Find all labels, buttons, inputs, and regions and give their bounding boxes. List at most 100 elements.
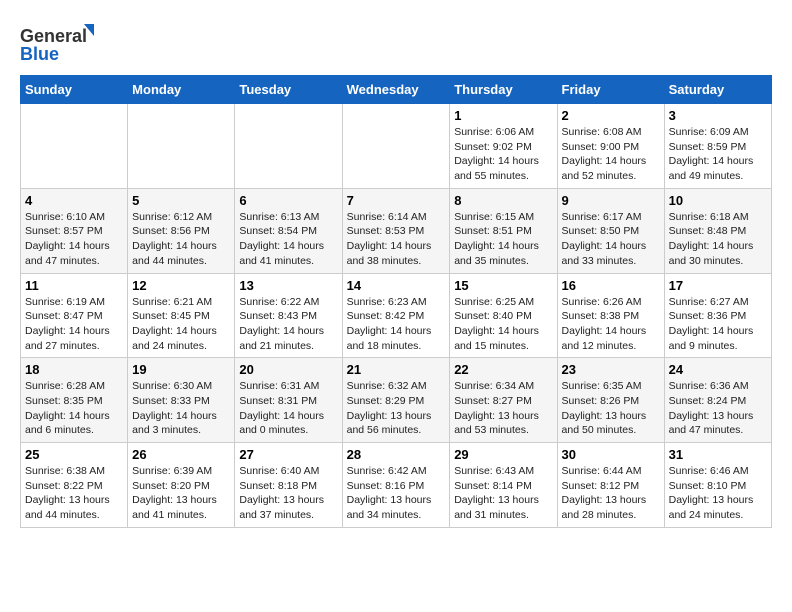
calendar-cell: 14 Sunrise: 6:23 AM Sunset: 8:42 PM Dayli… xyxy=(342,273,450,358)
day-number: 12 xyxy=(132,278,230,293)
day-number: 19 xyxy=(132,362,230,377)
day-info: Sunrise: 6:08 AM Sunset: 9:00 PM Dayligh… xyxy=(562,125,660,184)
svg-text:General: General xyxy=(20,26,87,46)
page-header: GeneralBlue xyxy=(20,20,772,65)
day-number: 29 xyxy=(454,447,552,462)
day-info: Sunrise: 6:10 AM Sunset: 8:57 PM Dayligh… xyxy=(25,210,123,269)
day-header-wednesday: Wednesday xyxy=(342,76,450,104)
calendar-cell: 20 Sunrise: 6:31 AM Sunset: 8:31 PM Dayli… xyxy=(235,358,342,443)
calendar-cell: 29 Sunrise: 6:43 AM Sunset: 8:14 PM Dayli… xyxy=(450,443,557,528)
day-header-tuesday: Tuesday xyxy=(235,76,342,104)
calendar-cell: 1 Sunrise: 6:06 AM Sunset: 9:02 PM Daylig… xyxy=(450,104,557,189)
day-number: 2 xyxy=(562,108,660,123)
day-info: Sunrise: 6:23 AM Sunset: 8:42 PM Dayligh… xyxy=(347,295,446,354)
calendar-cell xyxy=(128,104,235,189)
day-info: Sunrise: 6:35 AM Sunset: 8:26 PM Dayligh… xyxy=(562,379,660,438)
calendar-cell: 10Sunrise: 6:18 AM Sunset: 8:48 PM Dayli… xyxy=(664,188,771,273)
calendar-cell xyxy=(235,104,342,189)
day-header-friday: Friday xyxy=(557,76,664,104)
day-number: 1 xyxy=(454,108,552,123)
day-number: 14 xyxy=(347,278,446,293)
day-info: Sunrise: 6:36 AM Sunset: 8:24 PM Dayligh… xyxy=(669,379,767,438)
calendar-cell xyxy=(342,104,450,189)
day-info: Sunrise: 6:13 AM Sunset: 8:54 PM Dayligh… xyxy=(239,210,337,269)
calendar-cell: 4 Sunrise: 6:10 AM Sunset: 8:57 PM Daylig… xyxy=(21,188,128,273)
calendar-week-row: 25 Sunrise: 6:38 AM Sunset: 8:22 PM Dayli… xyxy=(21,443,772,528)
day-info: Sunrise: 6:31 AM Sunset: 8:31 PM Dayligh… xyxy=(239,379,337,438)
day-info: Sunrise: 6:09 AM Sunset: 8:59 PM Dayligh… xyxy=(669,125,767,184)
day-number: 24 xyxy=(669,362,767,377)
calendar-cell: 24 Sunrise: 6:36 AM Sunset: 8:24 PM Dayli… xyxy=(664,358,771,443)
calendar-cell: 19 Sunrise: 6:30 AM Sunset: 8:33 PM Dayli… xyxy=(128,358,235,443)
day-info: Sunrise: 6:14 AM Sunset: 8:53 PM Dayligh… xyxy=(347,210,446,269)
logo-svg: GeneralBlue xyxy=(20,20,100,65)
calendar-cell: 30Sunrise: 6:44 AM Sunset: 8:12 PM Dayli… xyxy=(557,443,664,528)
day-info: Sunrise: 6:21 AM Sunset: 8:45 PM Dayligh… xyxy=(132,295,230,354)
calendar-cell: 8 Sunrise: 6:15 AM Sunset: 8:51 PM Daylig… xyxy=(450,188,557,273)
day-header-sunday: Sunday xyxy=(21,76,128,104)
calendar-cell: 11Sunrise: 6:19 AM Sunset: 8:47 PM Dayli… xyxy=(21,273,128,358)
day-info: Sunrise: 6:06 AM Sunset: 9:02 PM Dayligh… xyxy=(454,125,552,184)
calendar-cell: 23 Sunrise: 6:35 AM Sunset: 8:26 PM Dayli… xyxy=(557,358,664,443)
day-header-monday: Monday xyxy=(128,76,235,104)
calendar-cell: 9 Sunrise: 6:17 AM Sunset: 8:50 PM Daylig… xyxy=(557,188,664,273)
day-info: Sunrise: 6:19 AM Sunset: 8:47 PM Dayligh… xyxy=(25,295,123,354)
calendar-cell: 31 Sunrise: 6:46 AM Sunset: 8:10 PM Dayli… xyxy=(664,443,771,528)
day-info: Sunrise: 6:27 AM Sunset: 8:36 PM Dayligh… xyxy=(669,295,767,354)
day-number: 27 xyxy=(239,447,337,462)
calendar-cell: 2 Sunrise: 6:08 AM Sunset: 9:00 PM Daylig… xyxy=(557,104,664,189)
day-number: 20 xyxy=(239,362,337,377)
day-number: 7 xyxy=(347,193,446,208)
day-info: Sunrise: 6:38 AM Sunset: 8:22 PM Dayligh… xyxy=(25,464,123,523)
day-info: Sunrise: 6:17 AM Sunset: 8:50 PM Dayligh… xyxy=(562,210,660,269)
calendar-cell: 28Sunrise: 6:42 AM Sunset: 8:16 PM Dayli… xyxy=(342,443,450,528)
day-info: Sunrise: 6:43 AM Sunset: 8:14 PM Dayligh… xyxy=(454,464,552,523)
calendar-cell: 12 Sunrise: 6:21 AM Sunset: 8:45 PM Dayli… xyxy=(128,273,235,358)
calendar-header-row: SundayMondayTuesdayWednesdayThursdayFrid… xyxy=(21,76,772,104)
day-info: Sunrise: 6:15 AM Sunset: 8:51 PM Dayligh… xyxy=(454,210,552,269)
day-number: 17 xyxy=(669,278,767,293)
day-info: Sunrise: 6:32 AM Sunset: 8:29 PM Dayligh… xyxy=(347,379,446,438)
day-info: Sunrise: 6:34 AM Sunset: 8:27 PM Dayligh… xyxy=(454,379,552,438)
calendar-cell: 26Sunrise: 6:39 AM Sunset: 8:20 PM Dayli… xyxy=(128,443,235,528)
logo: GeneralBlue xyxy=(20,20,100,65)
day-number: 18 xyxy=(25,362,123,377)
day-number: 21 xyxy=(347,362,446,377)
day-number: 9 xyxy=(562,193,660,208)
day-info: Sunrise: 6:22 AM Sunset: 8:43 PM Dayligh… xyxy=(239,295,337,354)
day-info: Sunrise: 6:40 AM Sunset: 8:18 PM Dayligh… xyxy=(239,464,337,523)
day-number: 3 xyxy=(669,108,767,123)
day-number: 4 xyxy=(25,193,123,208)
calendar-cell: 15Sunrise: 6:25 AM Sunset: 8:40 PM Dayli… xyxy=(450,273,557,358)
day-info: Sunrise: 6:42 AM Sunset: 8:16 PM Dayligh… xyxy=(347,464,446,523)
calendar-cell: 25 Sunrise: 6:38 AM Sunset: 8:22 PM Dayli… xyxy=(21,443,128,528)
calendar-cell xyxy=(21,104,128,189)
day-info: Sunrise: 6:26 AM Sunset: 8:38 PM Dayligh… xyxy=(562,295,660,354)
calendar-cell: 13Sunrise: 6:22 AM Sunset: 8:43 PM Dayli… xyxy=(235,273,342,358)
day-number: 5 xyxy=(132,193,230,208)
calendar-cell: 7 Sunrise: 6:14 AM Sunset: 8:53 PM Daylig… xyxy=(342,188,450,273)
day-info: Sunrise: 6:30 AM Sunset: 8:33 PM Dayligh… xyxy=(132,379,230,438)
day-number: 15 xyxy=(454,278,552,293)
day-number: 26 xyxy=(132,447,230,462)
svg-text:Blue: Blue xyxy=(20,44,59,64)
day-number: 23 xyxy=(562,362,660,377)
day-number: 25 xyxy=(25,447,123,462)
calendar-cell: 6 Sunrise: 6:13 AM Sunset: 8:54 PM Daylig… xyxy=(235,188,342,273)
calendar-cell: 18 Sunrise: 6:28 AM Sunset: 8:35 PM Dayli… xyxy=(21,358,128,443)
day-info: Sunrise: 6:28 AM Sunset: 8:35 PM Dayligh… xyxy=(25,379,123,438)
calendar-week-row: 4 Sunrise: 6:10 AM Sunset: 8:57 PM Daylig… xyxy=(21,188,772,273)
calendar-cell: 21 Sunrise: 6:32 AM Sunset: 8:29 PM Dayli… xyxy=(342,358,450,443)
day-number: 6 xyxy=(239,193,337,208)
calendar-week-row: 11Sunrise: 6:19 AM Sunset: 8:47 PM Dayli… xyxy=(21,273,772,358)
day-header-thursday: Thursday xyxy=(450,76,557,104)
day-number: 16 xyxy=(562,278,660,293)
day-info: Sunrise: 6:46 AM Sunset: 8:10 PM Dayligh… xyxy=(669,464,767,523)
calendar-table: SundayMondayTuesdayWednesdayThursdayFrid… xyxy=(20,75,772,528)
calendar-cell: 22Sunrise: 6:34 AM Sunset: 8:27 PM Dayli… xyxy=(450,358,557,443)
calendar-cell: 5 Sunrise: 6:12 AM Sunset: 8:56 PM Daylig… xyxy=(128,188,235,273)
calendar-week-row: 1 Sunrise: 6:06 AM Sunset: 9:02 PM Daylig… xyxy=(21,104,772,189)
day-info: Sunrise: 6:12 AM Sunset: 8:56 PM Dayligh… xyxy=(132,210,230,269)
day-number: 8 xyxy=(454,193,552,208)
day-number: 31 xyxy=(669,447,767,462)
